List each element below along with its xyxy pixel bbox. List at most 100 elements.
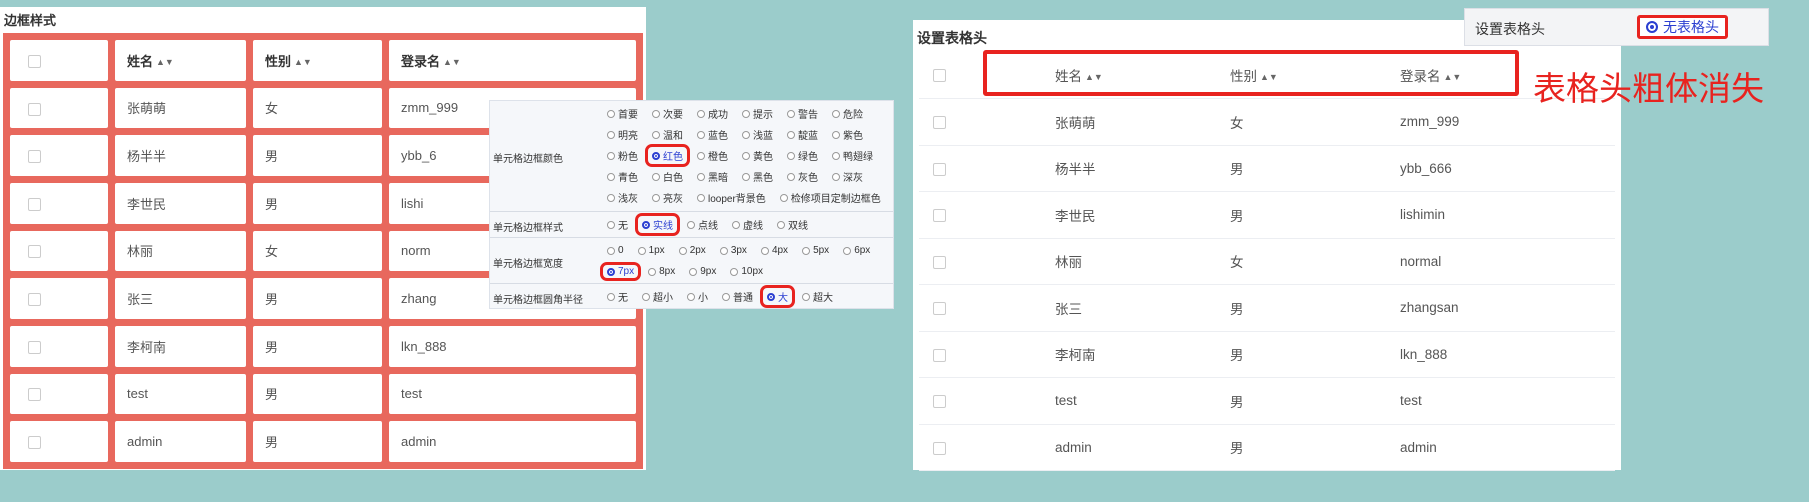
row-checkbox[interactable] [28,340,41,354]
radio-option[interactable]: looper背景色 [694,190,769,205]
radio-option[interactable]: 实线 [635,213,680,236]
radio-option[interactable]: 黑色 [739,169,776,184]
radio-option[interactable]: 成功 [694,106,731,121]
radio-icon [843,246,852,255]
radio-option[interactable]: 5px [799,245,832,256]
sort-icon[interactable]: ▲▼ [443,57,461,67]
radio-option[interactable]: 深灰 [829,169,866,184]
radio-option[interactable]: 2px [676,245,709,256]
row-checkbox[interactable] [933,209,946,223]
radio-option[interactable]: 小 [684,289,711,304]
select-all-checkbox[interactable] [28,54,41,68]
table-header-row: 姓名 ▲▼ 性别 ▲▼ 登录名 ▲▼ [10,40,636,81]
radio-option[interactable]: 白色 [649,169,686,184]
radio-option[interactable]: 10px [727,266,766,277]
radio-option[interactable]: 无 [604,217,631,232]
sort-icon[interactable]: ▲▼ [294,57,312,67]
radio-option[interactable]: 警告 [784,106,821,121]
row-checkbox[interactable] [933,395,946,409]
radio-option[interactable]: 无 [604,289,631,304]
radio-option[interactable]: 4px [758,245,791,256]
radio-option[interactable]: 浅灰 [604,190,641,205]
table-row: 李世民男 lishimin [919,191,1615,239]
radio-option[interactable]: 危险 [829,106,866,121]
radio-option[interactable]: 灰色 [784,169,821,184]
option-line: 浅灰 亮灰 looper背景色 检修项目定制边框色 [604,187,889,208]
radio-icon [802,246,811,255]
radio-icon [687,220,695,229]
radio-option[interactable]: 7px [599,262,642,281]
row-checkbox[interactable] [933,116,946,130]
radio-option[interactable]: 点线 [684,217,721,232]
cell-gender: 男 [1230,145,1400,192]
row-checkbox[interactable] [28,150,41,164]
option-line: 首要 次要 成功 提示 警告 危险 [604,103,889,124]
radio-option[interactable]: 9px [686,266,719,277]
row-checkbox[interactable] [28,245,41,259]
row-checkbox[interactable] [28,102,41,116]
radio-option[interactable]: 明亮 [604,127,641,142]
radio-option[interactable]: 首要 [604,106,641,121]
radio-option[interactable]: 6px [840,245,873,256]
radio-option[interactable]: 普通 [719,289,756,304]
row-checkbox[interactable] [933,302,946,316]
radio-option[interactable]: 3px [717,245,750,256]
radio-option[interactable]: 鸭翅绿 [829,148,876,163]
radio-option[interactable]: 次要 [649,106,686,121]
radio-icon [742,151,750,160]
cell-name: admin [115,421,246,462]
radio-icon [832,130,840,139]
radio-option[interactable]: 超大 [799,289,836,304]
radio-option[interactable]: 黑暗 [694,169,731,184]
radio-option[interactable]: 红色 [645,144,690,167]
radio-label: 成功 [708,110,728,121]
option-line: 粉色 红色 橙色 黄色 绿色 鸭翅绿 [604,144,889,167]
radio-option[interactable]: 粉色 [604,148,641,163]
radio-option[interactable]: 绿色 [784,148,821,163]
column-header-login[interactable]: 登录名 ▲▼ [389,40,636,81]
radio-icon [697,130,705,139]
radio-option[interactable]: 双线 [774,217,811,232]
width-options: 0 1px 2px 3px 4px 5px 6px 7px 8px 9px 10px [599,240,889,282]
column-header-gender[interactable]: 性别 ▲▼ [253,40,382,81]
radius-options: 无 超小 小 普通 大 超大 [604,285,889,308]
column-header-name[interactable]: 姓名 ▲▼ [115,40,246,81]
no-header-radio[interactable]: 无表格头 [1637,15,1728,39]
row-checkbox[interactable] [933,348,946,362]
row-checkbox[interactable] [28,388,41,402]
cell-gender: 男 [253,325,382,367]
row-checkbox-cell [919,424,1055,471]
row-checkbox-cell [10,373,108,415]
row-checkbox-cell [10,230,108,272]
radio-option[interactable]: 1px [635,245,668,256]
radio-option[interactable]: 亮灰 [649,190,686,205]
row-checkbox[interactable] [933,441,946,455]
radio-option[interactable]: 检修项目定制边框色 [777,190,884,205]
radio-option[interactable]: 大 [760,285,795,308]
radio-label: 虚线 [743,221,763,232]
radio-option[interactable]: 提示 [739,106,776,121]
row-checkbox[interactable] [933,162,946,176]
radio-label: 7px [618,266,635,277]
radio-option[interactable]: 蓝色 [694,127,731,142]
radio-option[interactable]: 8px [645,266,678,277]
radio-option[interactable]: 虚线 [729,217,766,232]
row-checkbox[interactable] [28,293,41,307]
radio-icon [687,292,695,301]
radio-icon [719,246,728,255]
radio-option[interactable]: 浅蓝 [739,127,776,142]
radio-option[interactable]: 青色 [604,169,641,184]
radio-option[interactable]: 0 [604,245,627,256]
radio-option[interactable]: 超小 [639,289,676,304]
radio-option[interactable]: 紫色 [829,127,866,142]
radio-option[interactable]: 黄色 [739,148,776,163]
row-checkbox[interactable] [28,436,41,450]
select-all-checkbox[interactable] [933,69,946,83]
radio-option[interactable]: 橙色 [694,148,731,163]
cell-login: lishimin [1400,191,1615,239]
radio-option[interactable]: 靛蓝 [784,127,821,142]
row-checkbox[interactable] [933,255,946,269]
sort-icon[interactable]: ▲▼ [156,57,174,67]
row-checkbox[interactable] [28,197,41,211]
radio-option[interactable]: 温和 [649,127,686,142]
